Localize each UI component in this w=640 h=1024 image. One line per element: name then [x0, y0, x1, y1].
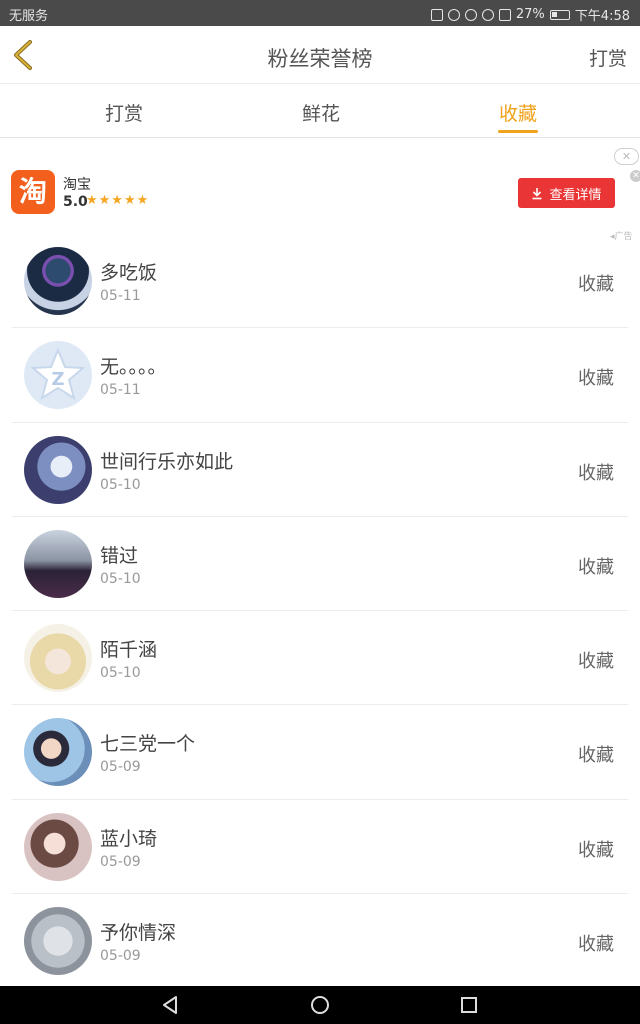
- fan-name: 错过: [100, 544, 139, 567]
- fan-status: 收藏: [578, 934, 614, 956]
- alarm-icon: [447, 8, 460, 21]
- avatar: [24, 812, 92, 881]
- tab-flowers[interactable]: 鲜花: [281, 99, 361, 126]
- system-nav-bar: [0, 986, 640, 1024]
- square-recents-icon: [461, 997, 477, 1013]
- tab-bar: 打赏 鲜花 收藏: [0, 84, 640, 138]
- avatar: [24, 907, 92, 976]
- fan-status: 收藏: [578, 462, 614, 484]
- ad-details-label: 查看详情: [549, 187, 602, 203]
- ad-close-icon[interactable]: ✕: [630, 170, 640, 182]
- status-bar: 无服务 27% 下午4:58: [0, 0, 640, 26]
- fans-list: 多吃饭 05-11 收藏 Z 无。。。。 05-11 收藏 世间行乐亦如此 05…: [0, 234, 640, 988]
- list-item[interactable]: 错过 05-10 收藏: [12, 517, 628, 612]
- fan-date: 05-09: [100, 948, 141, 965]
- fan-date: 05-09: [100, 853, 141, 870]
- list-item[interactable]: 予你情深 05-09 收藏: [12, 894, 628, 988]
- nav-back-button[interactable]: [160, 994, 182, 1016]
- ad-app-name: 淘宝: [63, 177, 91, 193]
- vibrate-icon: [430, 8, 443, 21]
- fan-status: 收藏: [578, 274, 614, 295]
- list-item[interactable]: 陌千涵 05-10 收藏: [12, 611, 628, 706]
- svg-text:Z: Z: [51, 369, 64, 390]
- eye-icon: [464, 8, 477, 21]
- status-icons: 27% 下午4:58: [430, 5, 630, 24]
- list-item[interactable]: Z 无。。。。 05-11 收藏: [12, 328, 628, 423]
- ad-banner[interactable]: 淘 淘宝 5.0 ★★★★★ 查看详情 ✕ ✕ ◂广告: [0, 140, 640, 242]
- carrier-text: 无服务: [9, 9, 49, 24]
- avatar: [24, 247, 92, 315]
- list-item[interactable]: 世间行乐亦如此 05-10 收藏: [12, 423, 628, 517]
- battery-icon: [549, 9, 570, 20]
- fan-name: 多吃饭: [100, 262, 158, 284]
- tab-favorites[interactable]: 收藏: [478, 99, 558, 126]
- fan-name: 蓝小琦: [100, 827, 158, 850]
- fan-date: 05-11: [100, 288, 141, 304]
- circle-home-icon: [311, 996, 329, 1014]
- fan-date: 05-11: [100, 382, 141, 399]
- download-icon: [532, 187, 542, 199]
- fan-date: 05-10: [100, 665, 141, 682]
- clock-text: 下午4:58: [574, 9, 630, 24]
- battery-percent: 27%: [515, 7, 545, 22]
- fan-status: 收藏: [578, 745, 614, 767]
- qq-star-icon: Z: [30, 347, 86, 401]
- ad-stars: ★★★★★: [86, 193, 150, 208]
- title-bar: 粉丝荣誉榜 打赏: [0, 26, 640, 84]
- fan-name: 无。。。。: [100, 356, 167, 379]
- ad-details-button[interactable]: 查看详情: [518, 178, 615, 208]
- fan-name: 陌千涵: [100, 639, 158, 662]
- active-tab-indicator: [498, 130, 538, 133]
- ad-close-button[interactable]: ✕: [614, 148, 639, 165]
- reward-button[interactable]: 打赏: [589, 44, 627, 71]
- avatar: [24, 718, 92, 787]
- ad-rating: 5.0: [63, 194, 88, 210]
- wifi-icon: [481, 8, 494, 21]
- fan-name: 世间行乐亦如此: [100, 450, 234, 473]
- fan-status: 收藏: [578, 556, 614, 578]
- fan-date: 05-10: [100, 570, 141, 587]
- avatar: [24, 624, 92, 693]
- fan-status: 收藏: [578, 651, 614, 673]
- fan-status: 收藏: [578, 368, 614, 390]
- avatar: Z: [24, 341, 92, 410]
- fan-status: 收藏: [578, 839, 614, 861]
- fan-date: 05-09: [100, 759, 141, 776]
- avatar: [24, 435, 92, 504]
- fan-name: 七三党一个: [100, 733, 196, 756]
- sim-icon: [498, 8, 511, 21]
- list-item[interactable]: 蓝小琦 05-09 收藏: [12, 800, 628, 895]
- nav-recents-button[interactable]: [458, 994, 480, 1016]
- list-item[interactable]: 多吃饭 05-11 收藏: [12, 234, 628, 329]
- list-item[interactable]: 七三党一个 05-09 收藏: [12, 705, 628, 800]
- fan-date: 05-10: [100, 476, 141, 493]
- avatar: [24, 529, 92, 598]
- fan-name: 予你情深: [100, 922, 177, 945]
- taobao-logo-icon: 淘: [11, 170, 55, 214]
- nav-home-button[interactable]: [309, 994, 331, 1016]
- tab-reward[interactable]: 打赏: [84, 99, 164, 126]
- triangle-back-icon: [163, 996, 177, 1014]
- page-title: 粉丝荣誉榜: [267, 47, 373, 71]
